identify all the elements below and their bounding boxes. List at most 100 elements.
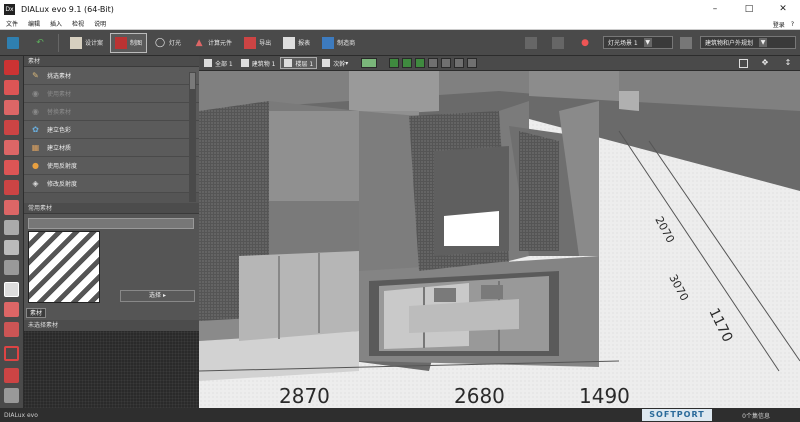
texture-icon: ▦ xyxy=(31,143,40,152)
light-icon: ◯ xyxy=(154,37,166,48)
bucket-icon: ◉ xyxy=(32,89,39,98)
scene-select[interactable]: 灯光场景 1 ▼ xyxy=(603,36,673,49)
replace-icon: ◉ xyxy=(32,107,39,116)
disabled-tool-1[interactable] xyxy=(520,33,545,53)
tool-box-icon[interactable] xyxy=(4,240,19,255)
report-icon xyxy=(283,36,296,49)
zoom-fit-icon xyxy=(739,58,748,68)
view-3d-icon[interactable] xyxy=(389,58,400,68)
use-material-item[interactable]: ◉ 使用素材 xyxy=(24,85,199,103)
pick-material-item[interactable]: ✎ 挑选素材 xyxy=(24,67,199,85)
disabled-tool-icon xyxy=(552,36,564,49)
display-mode-icon[interactable] xyxy=(361,58,378,68)
menu-view[interactable]: 检视 xyxy=(72,19,84,28)
no-material-label: 未选择素材 xyxy=(24,320,199,331)
tool-furniture-icon[interactable] xyxy=(4,260,19,275)
view-building-item[interactable]: 建筑物 1 xyxy=(238,57,279,69)
tool-surface-icon[interactable] xyxy=(4,302,19,317)
tool-room-icon[interactable] xyxy=(4,100,19,115)
edit-reflectance-item[interactable]: ◈ 修改反射度 xyxy=(24,175,199,193)
menu-insert[interactable]: 插入 xyxy=(50,19,62,28)
create-color-item[interactable]: ✿ 建立色彩 xyxy=(24,121,199,139)
tool-door-icon[interactable] xyxy=(4,120,19,135)
menu-help[interactable]: 说明 xyxy=(94,19,106,28)
tool-layer-icon[interactable] xyxy=(4,322,19,337)
edit-reflectance-icon: ◈ xyxy=(32,179,39,188)
material-search-input[interactable] xyxy=(28,218,194,229)
use-reflectance-item[interactable]: ● 使用反射度 xyxy=(24,157,199,175)
save-button[interactable] xyxy=(2,33,27,53)
material-swatch[interactable] xyxy=(28,231,100,303)
panel-scrollbar[interactable] xyxy=(189,72,196,202)
view-top-icon[interactable] xyxy=(454,58,465,68)
minimize-button[interactable]: – xyxy=(698,0,732,18)
title-bar: Dx DIALux evo 9.1 (64-Bit) – □ ✕ xyxy=(0,0,800,18)
view-all-item[interactable]: 全部 1 xyxy=(201,57,236,69)
material-properties-section: 素材 未选择素材 xyxy=(24,308,199,408)
dim-label-2870: 2870 xyxy=(279,384,330,408)
tool-points-icon[interactable] xyxy=(4,368,19,383)
replace-material-item[interactable]: ◉ 替换素材 xyxy=(24,103,199,121)
tool-material-icon[interactable] xyxy=(4,282,19,297)
create-texture-item[interactable]: ▦ 建立材质 xyxy=(24,139,199,157)
used-materials-section: 常用素材 选择 ▸ xyxy=(24,203,199,308)
report-button[interactable]: 报表 xyxy=(278,33,315,53)
status-app-name: DIALux evo xyxy=(4,411,38,419)
pan-button[interactable]: ✥ xyxy=(756,57,777,69)
close-button[interactable]: ✕ xyxy=(766,0,800,18)
measure-button[interactable]: ↕ xyxy=(779,57,800,69)
view-secondary-item[interactable]: 次幹 ▾ xyxy=(319,57,351,69)
drawing-button[interactable]: 制图 xyxy=(110,32,148,53)
help-icon[interactable]: ? xyxy=(791,21,794,28)
zoom-fit-button[interactable] xyxy=(736,57,754,69)
drawing-icon xyxy=(115,36,128,49)
manufacturer-button[interactable]: 制造商 xyxy=(317,33,360,53)
disabled-tool-icon xyxy=(525,36,537,49)
scene-settings-button[interactable] xyxy=(675,33,700,53)
tool-floor-icon[interactable] xyxy=(4,180,19,195)
3d-viewport[interactable]: 2870 2680 1490 2070 3070 1170 xyxy=(199,71,800,408)
left-tool-strip xyxy=(0,56,24,408)
disabled-tool-2[interactable] xyxy=(547,33,572,53)
light-button[interactable]: ◯ 灯光 xyxy=(149,33,186,53)
view-back-icon[interactable] xyxy=(467,58,478,68)
menu-edit[interactable]: 编辑 xyxy=(28,19,40,28)
tool-object-icon[interactable] xyxy=(4,220,19,235)
calc-objects-button[interactable]: ▲ 计算元件 xyxy=(188,33,237,53)
view-bar: 全部 1 建筑物 1 楼层 1 次幹 ▾ ✥ ↕ xyxy=(199,56,800,71)
export-icon xyxy=(244,36,257,49)
export-button[interactable]: 导出 xyxy=(239,33,276,53)
view-floor-plan-icon[interactable] xyxy=(402,58,413,68)
material-tag[interactable]: 素材 xyxy=(26,308,47,318)
menu-file[interactable]: 文件 xyxy=(6,19,18,28)
material-body xyxy=(24,331,199,408)
tool-grid-icon[interactable] xyxy=(4,388,19,403)
view-mode-select[interactable]: 建筑物和户外规划 ▼ xyxy=(700,36,796,49)
color-wheel-icon: ✿ xyxy=(32,125,39,134)
record-button[interactable]: ● xyxy=(574,33,599,53)
view-floor-item[interactable]: 楼层 1 xyxy=(280,57,318,69)
view-side-icon[interactable] xyxy=(441,58,452,68)
toolbar-divider xyxy=(58,33,59,52)
view-iso-icon[interactable] xyxy=(415,58,426,68)
tool-wall-icon[interactable] xyxy=(4,80,19,95)
undo-icon: ↶ xyxy=(36,37,44,48)
login-link[interactable]: 登录 xyxy=(773,20,785,29)
tool-rect-icon[interactable] xyxy=(4,346,19,361)
select-button[interactable]: 选择 ▸ xyxy=(120,290,195,302)
maximize-button[interactable]: □ xyxy=(732,0,766,18)
view-front-icon[interactable] xyxy=(428,58,439,68)
design-button[interactable]: 设计案 xyxy=(65,33,108,53)
scroll-thumb[interactable] xyxy=(190,73,195,89)
tool-window-icon[interactable] xyxy=(4,140,19,155)
secondary-icon xyxy=(322,59,331,67)
status-messages[interactable]: 0个集信息 xyxy=(742,411,770,420)
window-title: DIALux evo 9.1 (64-Bit) xyxy=(21,4,114,14)
design-icon xyxy=(70,36,82,49)
manufacturer-icon xyxy=(322,36,335,49)
scene-render: 2870 2680 1490 2070 3070 1170 xyxy=(199,71,800,408)
tool-opening-icon[interactable] xyxy=(4,160,19,175)
tool-pencil-icon[interactable] xyxy=(4,60,19,75)
undo-button[interactable]: ↶ xyxy=(29,33,54,53)
tool-cube-icon[interactable] xyxy=(4,200,19,215)
